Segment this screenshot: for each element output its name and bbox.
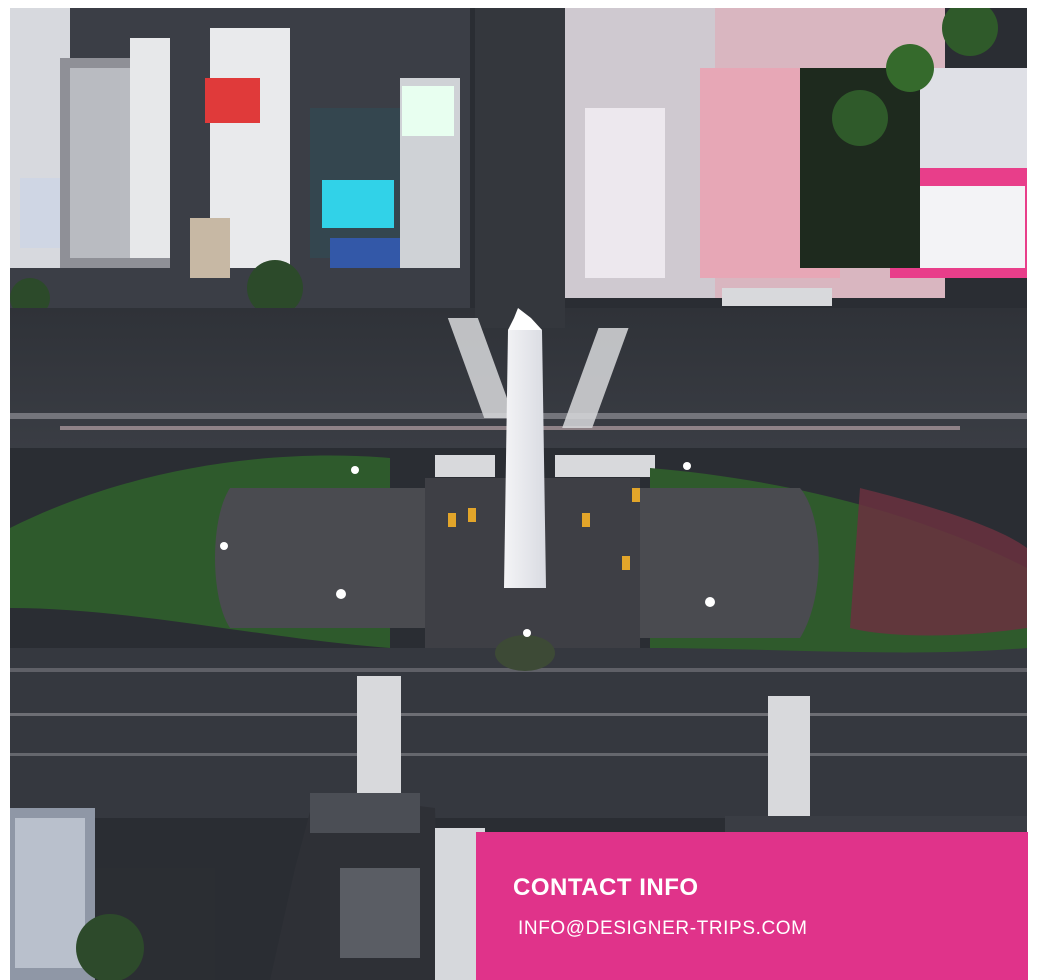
contact-info-card: CONTACT INFO INFO@DESIGNER-TRIPS.COM bbox=[476, 832, 1028, 980]
contact-email-link[interactable]: INFO@DESIGNER-TRIPS.COM bbox=[518, 918, 1028, 940]
contact-info-heading: CONTACT INFO bbox=[513, 874, 699, 901]
